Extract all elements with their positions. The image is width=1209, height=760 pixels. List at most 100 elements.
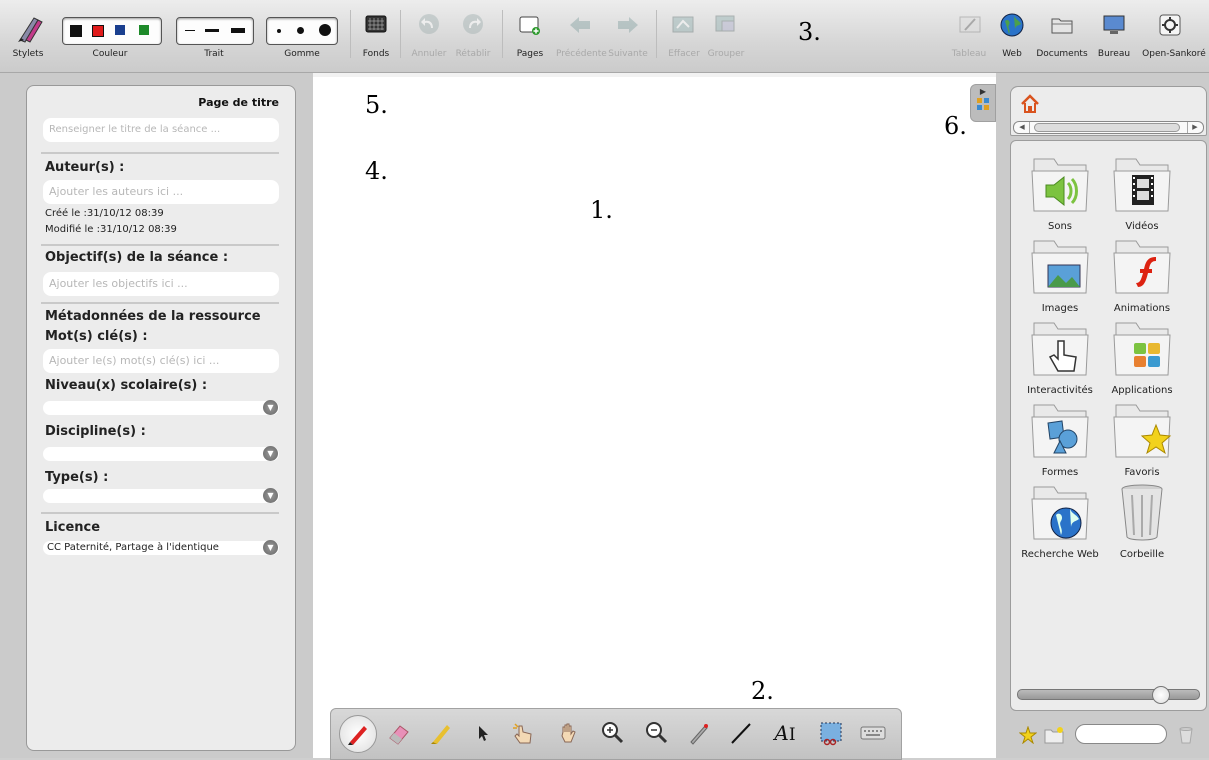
library-panel: Sons Vidéos Images Animations Interactiv… xyxy=(1010,140,1207,711)
line-width-picker[interactable] xyxy=(176,17,254,45)
undo-button[interactable] xyxy=(416,12,442,36)
library-search-input[interactable] xyxy=(1075,724,1167,744)
keyboard-icon xyxy=(860,726,886,740)
line-medium[interactable] xyxy=(205,29,219,32)
hand-pointer-icon xyxy=(1031,322,1089,376)
session-title-input[interactable]: Renseigner le titre de la séance ... xyxy=(43,118,279,142)
add-favorite-button[interactable] xyxy=(1018,725,1038,748)
zoom-in-icon xyxy=(602,722,624,744)
speaker-icon xyxy=(1031,158,1089,212)
capture-scissors-icon xyxy=(820,722,842,746)
folder-animations[interactable]: Animations xyxy=(1101,235,1183,314)
previous-page-button[interactable] xyxy=(566,12,594,38)
color-green[interactable] xyxy=(139,25,149,35)
line-thick[interactable] xyxy=(231,28,245,33)
eraser-tool[interactable] xyxy=(383,717,415,749)
fonds-label: Fonds xyxy=(362,49,390,59)
zoom-in-tool[interactable] xyxy=(597,717,629,749)
stylets-button[interactable] xyxy=(12,12,48,44)
effacer-label: Effacer xyxy=(668,49,700,59)
thumbnail-size-slider[interactable] xyxy=(1017,686,1200,704)
objectives-heading: Objectif(s) de la séance : xyxy=(45,250,229,265)
folder-favoris[interactable]: Favoris xyxy=(1101,399,1183,478)
library-navigation: ◀ ▶ xyxy=(1010,86,1207,136)
arrow-left-icon xyxy=(570,17,590,33)
annotation-3: 3. xyxy=(798,18,821,46)
folder-videos[interactable]: Vidéos xyxy=(1101,153,1183,232)
discipline-select[interactable]: ▼ xyxy=(43,446,279,461)
folder-interactivites[interactable]: Interactivités xyxy=(1019,317,1101,396)
redo-icon xyxy=(463,14,483,34)
licence-select[interactable]: CC Paternité, Partage à l'identique ▼ xyxy=(43,540,279,555)
pens-icon xyxy=(18,17,43,43)
whiteboard-canvas[interactable] xyxy=(313,73,996,758)
color-red[interactable] xyxy=(92,25,104,37)
background-button[interactable] xyxy=(362,12,390,38)
type-select[interactable]: ▼ xyxy=(43,488,279,503)
slider-knob[interactable] xyxy=(1152,686,1170,704)
color-picker[interactable] xyxy=(62,17,162,45)
highlighter-tool[interactable] xyxy=(425,717,457,749)
hand-icon xyxy=(561,723,576,743)
documents-button[interactable] xyxy=(1048,12,1076,38)
globe-icon xyxy=(1000,13,1024,37)
pages-button[interactable] xyxy=(516,12,544,38)
text-icon: AI xyxy=(774,721,796,745)
keywords-input[interactable]: Ajouter le(s) mot(s) clé(s) ici ... xyxy=(43,349,279,373)
redo-button[interactable] xyxy=(460,12,486,36)
objectives-input[interactable]: Ajouter les objectifs ici ... xyxy=(43,272,279,296)
folder-label: Interactivités xyxy=(1027,385,1093,396)
folder-label: Applications xyxy=(1111,385,1173,396)
folder-icon xyxy=(1051,18,1073,34)
eraser-size-picker[interactable] xyxy=(266,17,338,45)
panel-title: Page de titre xyxy=(198,96,279,109)
folder-applications[interactable]: Applications xyxy=(1101,317,1183,396)
laser-pointer-tool[interactable] xyxy=(683,717,715,749)
zoom-out-tool[interactable] xyxy=(641,717,673,749)
level-select[interactable]: ▼ xyxy=(43,400,279,415)
folder-images[interactable]: Images xyxy=(1019,235,1101,314)
folder-label: Vidéos xyxy=(1125,221,1159,232)
board-button[interactable] xyxy=(956,12,984,38)
line-thin[interactable] xyxy=(185,30,195,31)
desktop-button[interactable] xyxy=(1100,12,1128,38)
bureau-label: Bureau xyxy=(1097,49,1131,59)
delete-button[interactable] xyxy=(1178,725,1194,749)
eraser-large[interactable] xyxy=(319,24,331,36)
pen-tool[interactable] xyxy=(339,715,377,753)
text-tool[interactable]: AI xyxy=(769,717,801,749)
clear-button[interactable] xyxy=(670,12,698,38)
film-icon xyxy=(1113,158,1171,212)
select-tool[interactable] xyxy=(467,717,499,749)
web-button[interactable] xyxy=(998,12,1026,38)
cursor-arrow-icon xyxy=(479,726,488,741)
home-icon[interactable] xyxy=(1019,93,1041,115)
capture-tool[interactable] xyxy=(815,717,847,749)
scroll-thumb[interactable] xyxy=(1034,123,1180,132)
library-horizontal-scrollbar[interactable]: ◀ ▶ xyxy=(1013,121,1204,134)
open-sankore-button[interactable] xyxy=(1156,12,1184,38)
authors-heading: Auteur(s) : xyxy=(45,160,125,175)
virtual-keyboard-tool[interactable] xyxy=(857,717,889,749)
hand-tool[interactable] xyxy=(553,717,585,749)
eraser-medium[interactable] xyxy=(297,27,304,34)
folder-formes[interactable]: Formes xyxy=(1019,399,1101,478)
group-button[interactable] xyxy=(712,12,740,38)
interact-tool[interactable] xyxy=(507,717,539,749)
color-blue[interactable] xyxy=(115,25,125,35)
folder-corbeille[interactable]: Corbeille xyxy=(1101,481,1183,560)
next-page-button[interactable] xyxy=(614,12,642,38)
line-tool[interactable] xyxy=(725,717,757,749)
color-black[interactable] xyxy=(70,25,82,37)
authors-input[interactable]: Ajouter les auteurs ici ... xyxy=(43,180,279,204)
type-heading: Type(s) : xyxy=(45,470,109,485)
new-folder-button[interactable] xyxy=(1043,725,1065,749)
scroll-right-arrow-icon[interactable]: ▶ xyxy=(1187,122,1202,133)
library-icon xyxy=(977,98,989,110)
eraser-small[interactable] xyxy=(277,29,281,33)
folder-sons[interactable]: Sons xyxy=(1019,153,1101,232)
library-panel-tab[interactable]: ▶ xyxy=(970,84,996,122)
dropdown-arrow-icon: ▼ xyxy=(263,446,278,461)
folder-recherche-web[interactable]: Recherche Web xyxy=(1019,481,1101,560)
scroll-left-arrow-icon[interactable]: ◀ xyxy=(1015,122,1030,133)
